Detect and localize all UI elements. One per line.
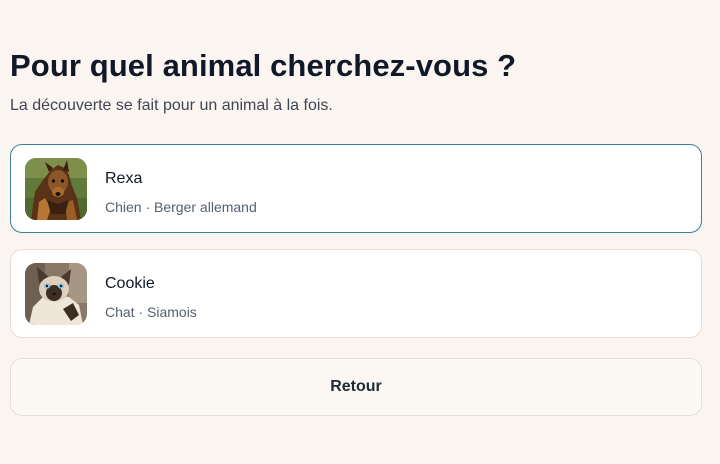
pet-avatar-dog — [25, 158, 87, 220]
pet-name: Cookie — [105, 275, 155, 292]
german-shepherd-photo-icon — [25, 158, 87, 220]
page-title: Pour quel animal cherchez-vous ? — [10, 48, 517, 83]
page-subtitle: La découverte se fait pour un animal à l… — [10, 97, 333, 114]
siamese-cat-photo-icon — [25, 263, 87, 325]
pet-card-cookie[interactable]: Cookie Chat · Siamois — [10, 249, 702, 338]
pet-selection-page: Pour quel animal cherchez-vous ? La déco… — [0, 0, 720, 464]
pet-species-breed: Chat · Siamois — [105, 304, 197, 320]
pet-species-breed: Chien · Berger allemand — [105, 199, 257, 215]
pet-name: Rexa — [105, 170, 143, 187]
back-button[interactable]: Retour — [10, 358, 702, 416]
pet-card-rexa[interactable]: Rexa Chien · Berger allemand — [10, 144, 702, 233]
pet-avatar-cat — [25, 263, 87, 325]
